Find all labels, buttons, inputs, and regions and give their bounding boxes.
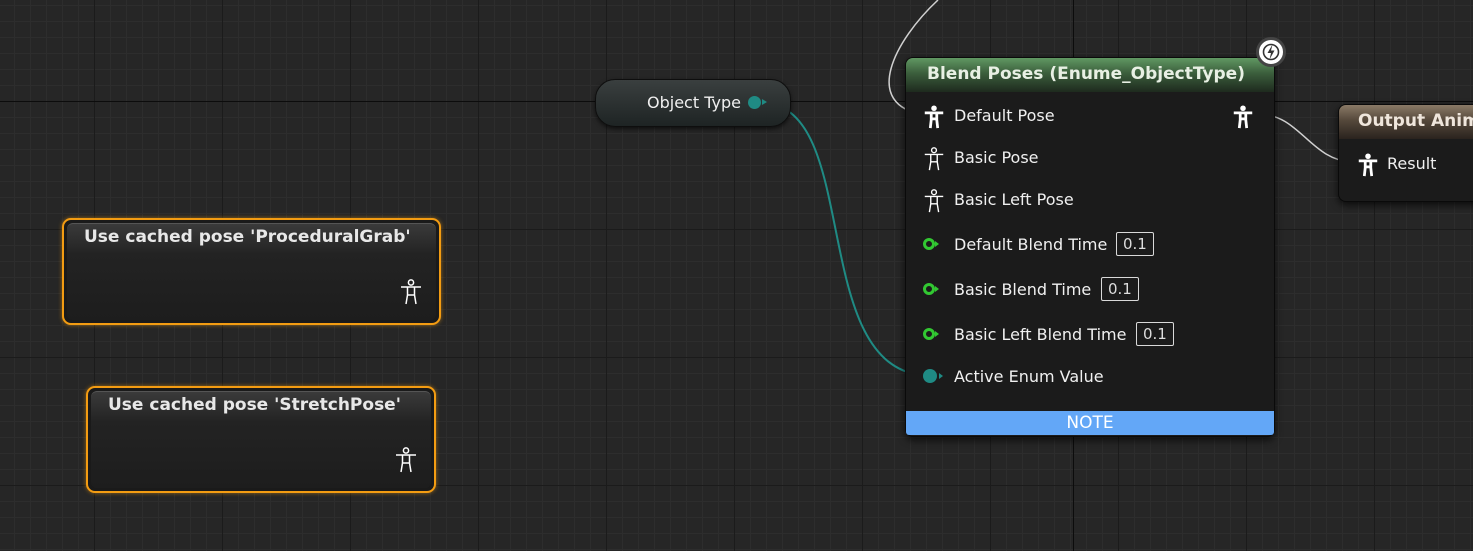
pose-output-pin-icon[interactable] [1231, 105, 1255, 129]
pose-pin-icon[interactable] [922, 105, 946, 129]
pin-basic-left-blend-time[interactable]: Basic Left Blend Time 0.1 [906, 322, 1274, 350]
pin-label: Active Enum Value [954, 367, 1104, 386]
cached-pose-node-proceduralgrab[interactable]: Use cached pose 'ProceduralGrab' [62, 218, 441, 325]
enum-output-pin[interactable] [748, 96, 767, 109]
note-bar[interactable]: NOTE [906, 411, 1274, 435]
node-header: Blend Poses (Enume_ObjectType) [906, 58, 1274, 92]
cached-pose-node-stretchpose[interactable]: Use cached pose 'StretchPose' [86, 386, 436, 493]
default-blend-time-input[interactable]: 0.1 [1116, 232, 1154, 256]
float-pin-icon[interactable] [923, 238, 939, 250]
basic-blend-time-input[interactable]: 0.1 [1101, 277, 1139, 301]
pin-label: Basic Blend Time [954, 280, 1092, 299]
object-type-variable-node[interactable]: Object Type [595, 79, 791, 127]
pin-default-pose[interactable]: Default Pose [906, 103, 1274, 131]
enum-wire[interactable] [764, 102, 921, 376]
float-pin-icon[interactable] [923, 283, 939, 295]
pose-pin-icon[interactable] [922, 189, 946, 213]
pin-basic-left-pose[interactable]: Basic Left Pose [906, 187, 1274, 215]
pose-output-pin-icon[interactable] [394, 447, 418, 473]
pin-basic-pose[interactable]: Basic Pose [906, 145, 1274, 173]
basic-left-blend-time-input[interactable]: 0.1 [1136, 322, 1174, 346]
object-type-label: Object Type [647, 93, 741, 112]
pin-default-blend-time[interactable]: Default Blend Time 0.1 [906, 232, 1274, 260]
pin-label: Basic Left Blend Time [954, 325, 1127, 344]
enum-pin-icon[interactable] [923, 369, 943, 383]
node-title: Use cached pose 'StretchPose' [108, 395, 401, 415]
pin-basic-blend-time[interactable]: Basic Blend Time 0.1 [906, 277, 1274, 305]
pin-label: Basic Pose [954, 148, 1039, 167]
pin-active-enum-value[interactable]: Active Enum Value [906, 364, 1274, 392]
pin-label: Default Blend Time [954, 235, 1108, 254]
node-header: Output Anima [1339, 105, 1473, 139]
pin-label: Basic Left Pose [954, 190, 1074, 209]
pin-result[interactable]: Result [1339, 151, 1473, 179]
node-title: Blend Poses (Enume_ObjectType) [927, 64, 1245, 84]
float-pin-icon[interactable] [923, 328, 939, 340]
pose-pin-icon[interactable] [922, 147, 946, 171]
lightning-icon [1256, 37, 1286, 67]
blend-poses-node[interactable]: Blend Poses (Enume_ObjectType) Default P… [905, 57, 1275, 437]
node-title: Use cached pose 'ProceduralGrab' [84, 227, 411, 247]
output-animation-pose-node[interactable]: Output Anima Result [1338, 104, 1473, 202]
pin-label: Result [1387, 154, 1437, 173]
pin-label: Default Pose [954, 106, 1055, 125]
pose-output-pin-icon[interactable] [399, 279, 423, 305]
node-title: Output Anima [1358, 111, 1473, 131]
pose-pin-icon[interactable] [1356, 153, 1380, 177]
